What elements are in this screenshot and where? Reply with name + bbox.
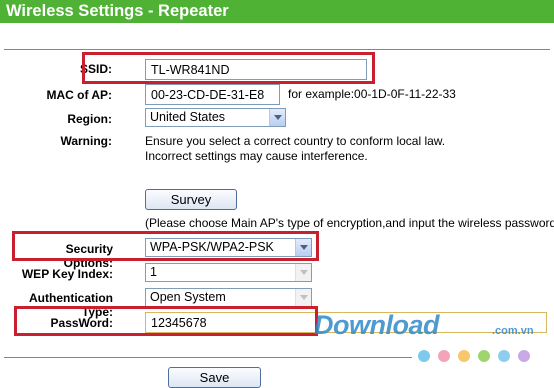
watermark-suffix: .com.vn (492, 325, 534, 337)
auth-type-value: Open System (150, 290, 226, 304)
region-select-value: United States (150, 110, 226, 124)
watermark-dot (478, 350, 490, 362)
save-button[interactable]: Save (168, 367, 261, 388)
watermark-dot (418, 350, 430, 362)
wep-key-index-label: WEP Key Index: (21, 267, 113, 281)
security-highlight (12, 231, 319, 261)
warning-line-2: Incorrect settings may cause interferenc… (145, 149, 368, 163)
mac-label: MAC of AP: (46, 88, 112, 102)
watermark-dot (498, 350, 510, 362)
wep-key-index-select[interactable]: 1 (145, 263, 312, 282)
chevron-down-icon[interactable] (269, 109, 285, 126)
mac-example: for example:00-1D-0F-11-22-33 (288, 87, 456, 101)
ssid-highlight (82, 52, 375, 84)
top-divider (4, 49, 550, 50)
survey-note: (Please choose Main AP's type of encrypt… (145, 216, 554, 230)
watermark-dot (518, 350, 530, 362)
bottom-divider (4, 357, 412, 358)
watermark-dot (438, 350, 450, 362)
wep-key-index-value: 1 (150, 265, 157, 279)
warning-label: Warning: (60, 134, 112, 148)
chevron-down-icon[interactable] (295, 264, 311, 281)
region-label: Region: (67, 112, 112, 126)
password-highlight (14, 306, 318, 336)
region-select[interactable]: United States (145, 108, 286, 127)
mac-input[interactable] (145, 84, 280, 105)
page-header: Wireless Settings - Repeater (0, 0, 554, 23)
watermark-dot (458, 350, 470, 362)
auth-type-select[interactable]: Open System (145, 288, 312, 307)
warning-line-1: Ensure you select a correct country to c… (145, 134, 446, 148)
chevron-down-icon[interactable] (295, 289, 311, 306)
watermark-logo: Download (314, 310, 440, 340)
survey-button[interactable]: Survey (145, 189, 237, 210)
page-title: Wireless Settings - Repeater (6, 2, 229, 20)
